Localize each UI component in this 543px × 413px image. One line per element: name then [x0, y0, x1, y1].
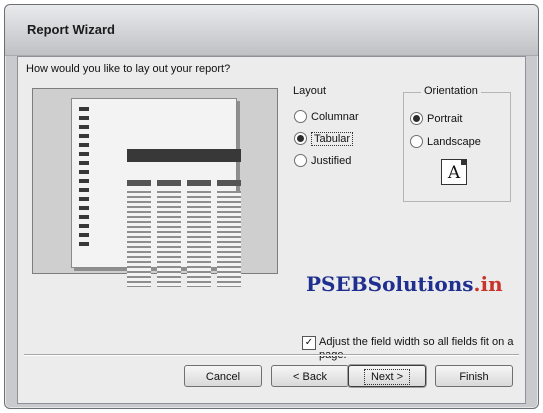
watermark-text: PSEBSolutions.in	[306, 272, 503, 296]
radio-indicator	[294, 109, 307, 123]
portrait-label: Portrait	[427, 113, 463, 125]
dialog-body: How would you like to lay out your repor…	[17, 56, 526, 404]
next-button[interactable]: Next >	[348, 365, 426, 387]
preview-page	[71, 98, 237, 268]
layout-preview	[32, 88, 278, 287]
orientation-landscape-radio[interactable]: Landscape	[410, 134, 481, 150]
orientation-portrait-radio[interactable]: Portrait	[410, 111, 462, 127]
preview-column	[127, 191, 151, 287]
report-wizard-dialog: Report Wizard How would you like to lay …	[4, 4, 539, 409]
landscape-label: Landscape	[427, 136, 481, 148]
adjust-width-checkbox[interactable]: ✓	[302, 336, 316, 350]
tabular-label: Tabular	[311, 132, 354, 146]
next-label: Next >	[363, 369, 411, 385]
layout-tabular-radio[interactable]: Tabular	[294, 131, 354, 147]
orientation-group-label: Orientation	[421, 85, 481, 97]
preview-column	[157, 191, 181, 287]
preview-column-header	[187, 180, 211, 186]
preview-title-bar	[127, 149, 241, 162]
window-title: Report Wizard	[27, 22, 115, 37]
radio-indicator	[410, 111, 423, 125]
finish-button[interactable]: Finish	[435, 365, 513, 387]
preview-column-header	[127, 180, 151, 186]
layout-columnar-radio[interactable]: Columnar	[294, 109, 359, 125]
cancel-button[interactable]: Cancel	[184, 365, 262, 387]
title-bar[interactable]: Report Wizard	[5, 5, 538, 56]
preview-column	[187, 191, 211, 287]
preview-column-header	[217, 180, 241, 186]
columnar-label: Columnar	[311, 111, 359, 123]
back-button[interactable]: < Back	[271, 365, 349, 387]
button-separator	[24, 354, 519, 356]
layout-justified-radio[interactable]: Justified	[294, 153, 351, 169]
preview-column-header	[157, 180, 181, 186]
radio-indicator	[294, 131, 307, 145]
preview-column	[217, 191, 241, 287]
radio-indicator	[410, 134, 423, 148]
justified-label: Justified	[311, 155, 352, 167]
radio-indicator	[294, 153, 307, 167]
adjust-width-label: Adjust the field width so all fields fit…	[319, 336, 514, 361]
layout-group-label: Layout	[290, 85, 330, 97]
preview-binding	[79, 107, 89, 257]
portrait-page-icon: A	[441, 159, 467, 185]
prompt-text: How would you like to lay out your repor…	[26, 63, 231, 75]
